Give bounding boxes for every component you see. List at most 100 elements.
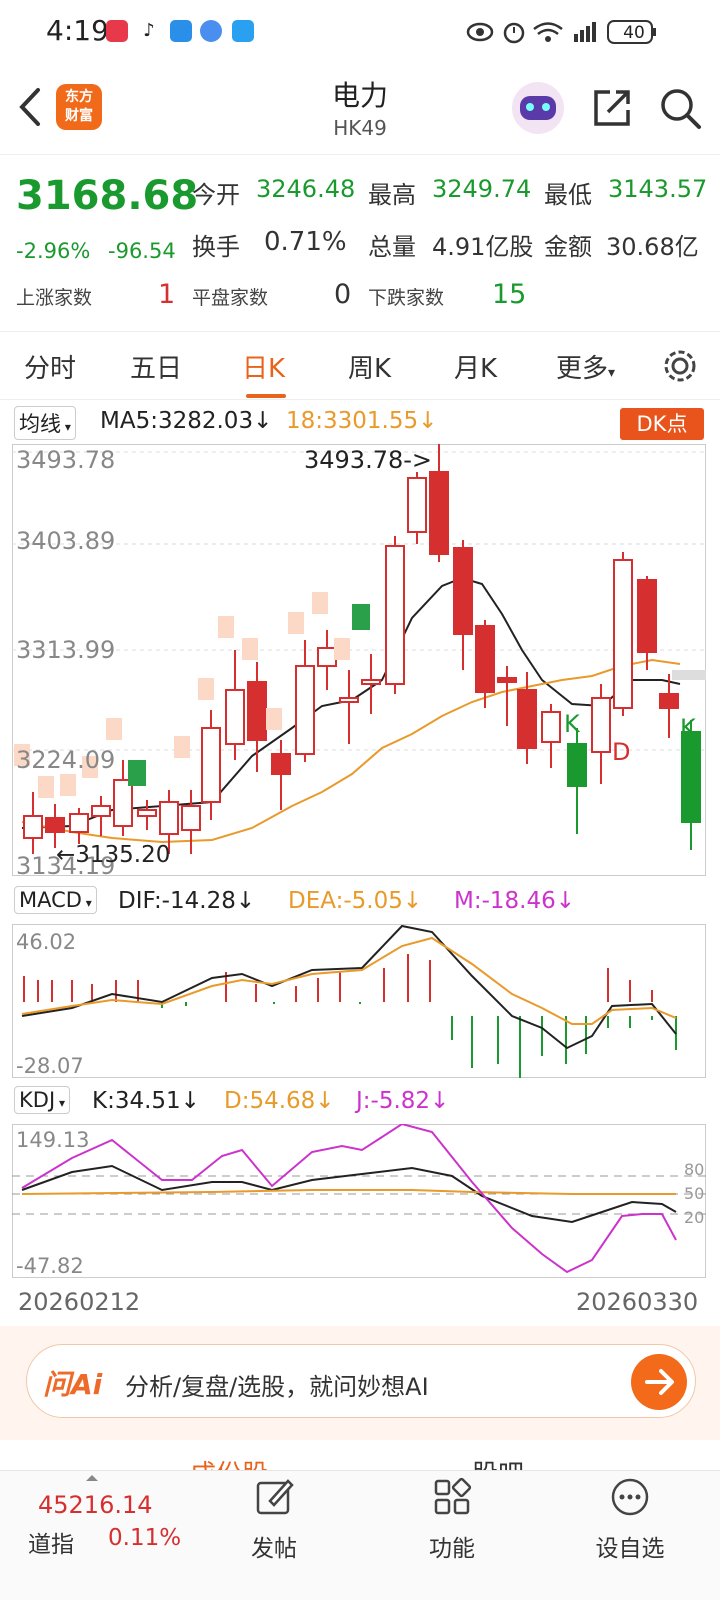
index-value: 45216.14 <box>38 1491 153 1519</box>
macd-y-bottom: -28.07 <box>16 1054 84 1078</box>
signal-d: D <box>612 738 631 766</box>
candle-body <box>317 647 337 667</box>
kdj-y-top: 149.13 <box>16 1128 90 1152</box>
candle-body <box>91 805 111 817</box>
weather-icon <box>170 20 192 42</box>
change-value: -96.54 <box>108 239 176 263</box>
down-count: 15 <box>492 279 527 310</box>
change-percent: -2.96% <box>16 239 91 263</box>
td-count-mark <box>60 774 76 796</box>
min-price-label: ←3135.20 <box>56 842 171 868</box>
app-notification-icon <box>106 20 128 42</box>
tab-forum[interactable]: 股吧 <box>472 1454 524 1470</box>
kdj-select[interactable]: KDJ ▾ <box>14 1086 70 1114</box>
candle-body <box>681 731 701 823</box>
active-tab-indicator <box>246 394 286 398</box>
share-icon[interactable] <box>590 86 634 130</box>
candle-body <box>113 779 133 827</box>
td-count-mark <box>334 638 350 660</box>
candle-body <box>659 693 679 709</box>
tab-monthly-k[interactable]: 月K <box>454 348 497 385</box>
candle-body <box>271 753 291 775</box>
dk-point-button[interactable]: DK点 <box>620 408 704 440</box>
kdj-j: J:-5.82↓ <box>356 1088 450 1114</box>
music-icon <box>200 20 222 42</box>
td-count-mark-green <box>128 760 146 786</box>
ma5-value: MA5:3282.03↓ <box>100 408 273 434</box>
candle-body <box>475 625 495 693</box>
td-count-mark <box>242 638 258 660</box>
ai-send-button[interactable] <box>631 1354 687 1410</box>
ai-prompt-text: 分析/复盘/选股，就问妙想AI <box>125 1373 429 1401</box>
macd-select[interactable]: MACD ▾ <box>14 886 97 914</box>
post-button[interactable]: 发帖 <box>214 1471 334 1563</box>
status-time: 4:19 <box>46 14 109 47</box>
candle-body <box>159 801 179 835</box>
tab-constituents[interactable]: 成份股 <box>190 1454 268 1470</box>
td-count-mark <box>288 612 304 634</box>
kdj-y-bottom: -47.82 <box>16 1254 84 1278</box>
battery-level: 40 <box>623 23 645 43</box>
tiktok-icon: ♪ <box>138 20 160 42</box>
macd-chart[interactable] <box>12 924 706 1078</box>
candle <box>613 552 633 716</box>
candle-body <box>339 697 359 703</box>
y-label-1: 3493.78 <box>16 446 116 474</box>
candle-body <box>45 817 65 833</box>
candle <box>385 536 405 694</box>
search-icon[interactable] <box>658 86 704 132</box>
candle-body <box>407 477 427 533</box>
high-value: 3249.74 <box>432 175 532 203</box>
y-label-4: 3224.09 <box>16 746 116 774</box>
bottom-bar: 45216.14 道指 0.11% 发帖 功能 设自选 <box>0 1470 720 1600</box>
candle-body <box>567 743 587 787</box>
td-count-mark <box>218 616 234 638</box>
ma-select[interactable]: 均线 ▾ <box>14 406 76 440</box>
kline-chart[interactable] <box>12 444 706 876</box>
candle-body <box>385 545 405 685</box>
macd-dif: DIF:-14.28↓ <box>118 888 256 914</box>
index-change: 0.11% <box>108 1525 182 1551</box>
index-name: 道指 <box>28 1532 74 1558</box>
amount-value: 30.68亿 <box>606 233 699 261</box>
tab-daily-k[interactable]: 日K <box>242 348 285 385</box>
signal-k-1: K <box>564 710 580 738</box>
lower-tabs: 成份股 股吧 <box>0 1440 720 1470</box>
candle-body <box>541 711 561 743</box>
dropdown-icon: ▾ <box>608 365 616 381</box>
kdj-chart[interactable] <box>12 1124 706 1278</box>
signal-k-2: K <box>680 714 696 742</box>
candle-body <box>429 471 449 555</box>
settings-gear-icon[interactable] <box>660 346 700 386</box>
macd-dea: DEA:-5.05↓ <box>288 888 423 914</box>
candle-body <box>361 679 381 685</box>
ai-robot-icon[interactable] <box>512 82 564 134</box>
tab-more[interactable]: 更多▾ <box>556 348 615 385</box>
kdj-level-20: 20 <box>684 1208 705 1227</box>
tab-five-day[interactable]: 五日 <box>130 348 182 385</box>
tab-weekly-k[interactable]: 周K <box>348 348 391 385</box>
td-count-mark-green <box>352 604 370 630</box>
kdj-level-50: 50 <box>684 1184 705 1203</box>
candle-body <box>497 677 517 683</box>
tab-intraday[interactable]: 分时 <box>24 348 76 385</box>
candle-body <box>247 681 267 741</box>
kdj-k: K:34.51↓ <box>92 1088 200 1114</box>
td-count-mark <box>38 776 54 798</box>
ai-search-bar[interactable]: 问Ai 分析/复盘/选股，就问妙想AI <box>26 1344 696 1418</box>
low-value: 3143.57 <box>608 175 708 203</box>
more-dots-icon <box>611 1478 649 1516</box>
candle-body <box>453 547 473 635</box>
expand-icon[interactable] <box>86 1475 98 1481</box>
functions-button[interactable]: 功能 <box>392 1471 512 1563</box>
td-count-mark <box>106 718 122 740</box>
td-count-mark <box>198 678 214 700</box>
macd-y-top: 46.02 <box>16 930 77 954</box>
kdj-level-80: 80 <box>684 1160 705 1179</box>
max-price-label: 3493.78-> <box>304 446 433 474</box>
candle-body <box>137 809 157 817</box>
y-label-2: 3403.89 <box>16 527 116 555</box>
candle-body <box>637 579 657 653</box>
period-tabs: 分时 五日 日K 周K 月K 更多▾ <box>0 334 720 400</box>
add-watchlist-button[interactable]: 设自选 <box>570 1471 690 1563</box>
